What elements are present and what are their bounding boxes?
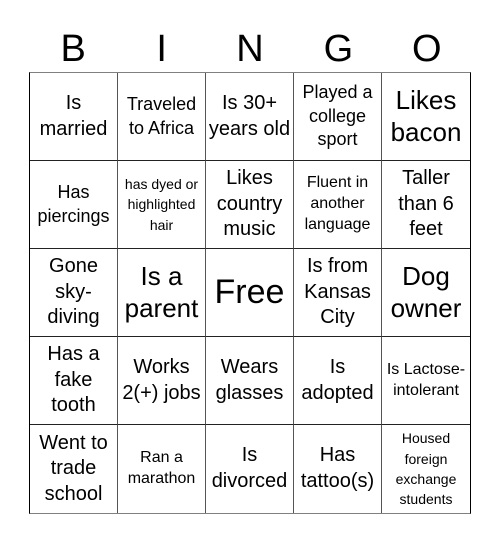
bingo-cell[interactable]: Fluent in another language — [294, 161, 382, 249]
header-letter-b: B — [60, 28, 86, 70]
bingo-cell[interactable]: Is married — [30, 73, 118, 161]
header-letter-i: I — [156, 28, 167, 70]
bingo-cell[interactable]: Likes country music — [206, 161, 294, 249]
bingo-cell[interactable]: Likes bacon — [382, 73, 470, 161]
free-space[interactable]: Free — [206, 249, 294, 337]
bingo-cell[interactable]: Works 2(+) jobs — [118, 337, 206, 425]
bingo-header: B I N G O — [29, 26, 471, 72]
bingo-cell[interactable]: Has a fake tooth — [30, 337, 118, 425]
bingo-cell[interactable]: Wears glasses — [206, 337, 294, 425]
header-letter-g: G — [323, 28, 354, 70]
bingo-cell[interactable]: Is adopted — [294, 337, 382, 425]
bingo-cell[interactable]: Traveled to Africa — [118, 73, 206, 161]
bingo-cell[interactable]: Has piercings — [30, 161, 118, 249]
bingo-cell[interactable]: Is a parent — [118, 249, 206, 337]
bingo-cell[interactable]: Housed foreign exchange students — [382, 425, 470, 513]
bingo-cell[interactable]: Is 30+ years old — [206, 73, 294, 161]
bingo-cell[interactable]: Played a college sport — [294, 73, 382, 161]
bingo-cell[interactable]: Is Lactose-intolerant — [382, 337, 470, 425]
bingo-card-grid: Is married Traveled to Africa Is 30+ yea… — [29, 72, 471, 514]
bingo-cell[interactable]: Gone sky-diving — [30, 249, 118, 337]
bingo-cell[interactable]: Taller than 6 feet — [382, 161, 470, 249]
bingo-cell[interactable]: Is from Kansas City — [294, 249, 382, 337]
bingo-cell[interactable]: Has tattoo(s) — [294, 425, 382, 513]
bingo-cell[interactable]: has dyed or highlighted hair — [118, 161, 206, 249]
bingo-cell[interactable]: Is divorced — [206, 425, 294, 513]
header-letter-o: O — [412, 28, 442, 70]
bingo-cell[interactable]: Ran a marathon — [118, 425, 206, 513]
bingo-cell[interactable]: Went to trade school — [30, 425, 118, 513]
header-letter-n: N — [236, 28, 264, 70]
bingo-cell[interactable]: Dog owner — [382, 249, 470, 337]
